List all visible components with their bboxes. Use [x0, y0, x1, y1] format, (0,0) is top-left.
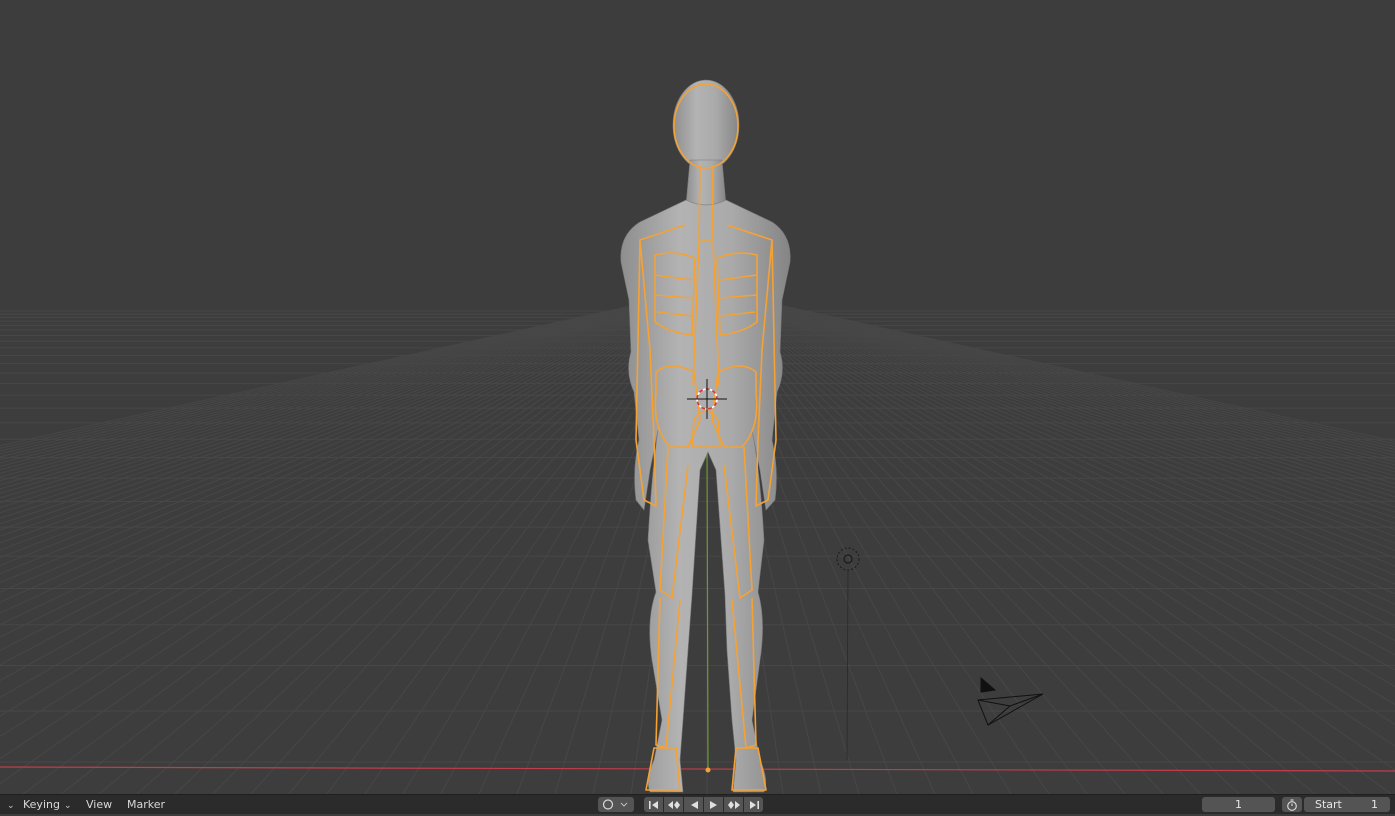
grid-line [765, 304, 1395, 477]
editor-type-chevron[interactable]: ⌄ [3, 798, 15, 813]
next-keyframe-icon [727, 800, 740, 809]
grid-line [0, 304, 640, 458]
play-reverse-icon [690, 800, 698, 809]
view-menu[interactable]: View [86, 798, 112, 811]
auto-keying-toggle[interactable] [598, 797, 634, 812]
jump-to-start-button[interactable] [644, 797, 663, 812]
current-frame-field[interactable]: 1 [1202, 797, 1275, 812]
grid-line [22, 304, 686, 794]
grid-line [98, 304, 689, 794]
marker-menu[interactable]: Marker [127, 798, 165, 811]
grid-line [748, 304, 1395, 551]
light-object[interactable] [836, 547, 860, 761]
next-keyframe-button[interactable] [724, 797, 743, 812]
play-button[interactable] [704, 797, 723, 812]
previous-keyframe-icon [667, 800, 680, 809]
keying-menu[interactable]: Keying ⌄ [23, 798, 72, 813]
start-frame-field[interactable]: Start 1 [1304, 797, 1390, 812]
grid-line [778, 304, 1395, 442]
grid-line [60, 304, 687, 794]
grid-line [0, 304, 684, 760]
jump-to-start-icon [648, 800, 658, 809]
play-reverse-button[interactable] [684, 797, 703, 812]
keying-label: Keying [23, 798, 60, 811]
grid-line [736, 304, 1395, 656]
grid-line [0, 304, 655, 504]
previous-keyframe-button[interactable] [664, 797, 683, 812]
timeline-header: ⌄ Keying ⌄ View Marker 1 Start 1 [0, 794, 1395, 814]
grid-line [777, 304, 1395, 445]
object-origin-point [705, 767, 711, 773]
jump-to-end-button[interactable] [744, 797, 763, 812]
grid-line [725, 304, 1316, 794]
grid-line [0, 304, 638, 452]
grid-line [727, 304, 1354, 794]
jump-to-end-icon [749, 800, 759, 809]
preview-range-toggle[interactable] [1282, 797, 1302, 812]
start-label: Start [1315, 798, 1342, 811]
viewport-canvas[interactable] [0, 0, 1395, 794]
grid-line [0, 304, 644, 467]
record-circle-icon [602, 799, 628, 810]
grid-line [728, 304, 1392, 794]
chevron-down-icon: ⌄ [63, 801, 72, 811]
stopwatch-icon [1287, 798, 1297, 811]
grid-line [753, 304, 1395, 524]
x-axis-line [0, 766, 1395, 772]
play-icon [709, 800, 717, 809]
camera-object[interactable] [977, 676, 1044, 726]
grid-line [0, 304, 654, 499]
grid-line [739, 304, 1395, 629]
start-value: 1 [1371, 798, 1378, 811]
human-body-mesh[interactable] [620, 79, 791, 793]
3d-viewport[interactable] [0, 0, 1395, 794]
